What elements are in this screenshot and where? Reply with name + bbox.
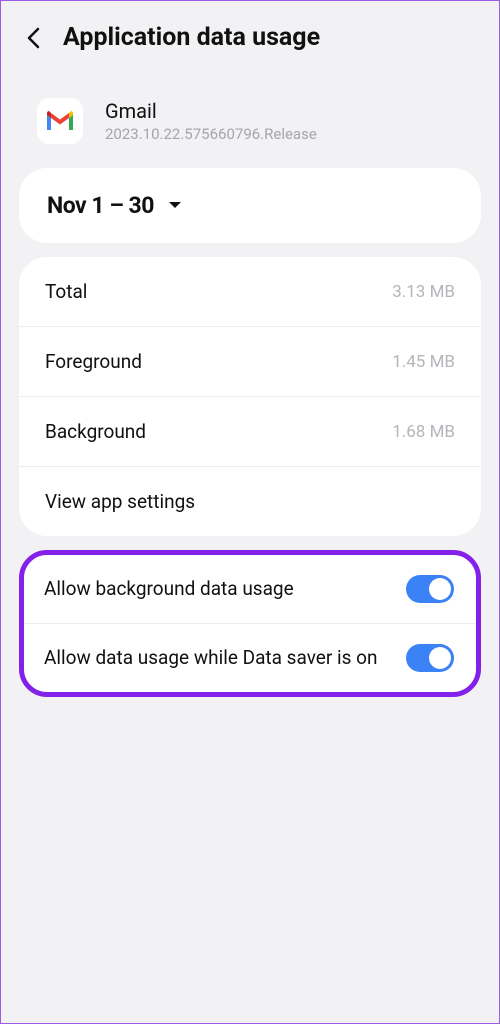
gmail-icon xyxy=(37,98,83,144)
toggle-card: Allow background data usage Allow data u… xyxy=(19,550,481,697)
data-saver-switch[interactable] xyxy=(406,644,454,672)
stat-row-total: Total 3.13 MB xyxy=(19,257,481,327)
app-info: Gmail 2023.10.22.575660796.Release xyxy=(1,70,499,162)
back-button[interactable] xyxy=(19,24,47,52)
toggle-row-background-data: Allow background data usage xyxy=(24,555,476,623)
chevron-left-icon xyxy=(26,27,40,49)
link-label: View app settings xyxy=(45,490,195,513)
background-data-switch[interactable] xyxy=(406,575,454,603)
stat-row-background: Background 1.68 MB xyxy=(19,397,481,467)
date-range-label: Nov 1 – 30 xyxy=(47,192,154,219)
stat-label: Total xyxy=(45,280,87,303)
toggle-row-data-saver: Allow data usage while Data saver is on xyxy=(24,623,476,692)
page-title: Application data usage xyxy=(63,23,320,52)
view-app-settings-link[interactable]: View app settings xyxy=(19,467,481,536)
app-version: 2023.10.22.575660796.Release xyxy=(105,125,317,143)
toggle-label: Allow data usage while Data saver is on xyxy=(44,645,390,672)
stat-value: 1.68 MB xyxy=(392,422,455,442)
stat-label: Background xyxy=(45,420,146,443)
toggle-label: Allow background data usage xyxy=(44,576,390,603)
chevron-down-icon xyxy=(168,201,182,211)
stat-value: 1.45 MB xyxy=(392,352,455,372)
stat-label: Foreground xyxy=(45,350,142,373)
stat-row-foreground: Foreground 1.45 MB xyxy=(19,327,481,397)
app-name: Gmail xyxy=(105,99,317,123)
usage-stats-card: Total 3.13 MB Foreground 1.45 MB Backgro… xyxy=(19,257,481,536)
stat-value: 3.13 MB xyxy=(392,282,455,302)
date-range-selector[interactable]: Nov 1 – 30 xyxy=(19,168,481,243)
